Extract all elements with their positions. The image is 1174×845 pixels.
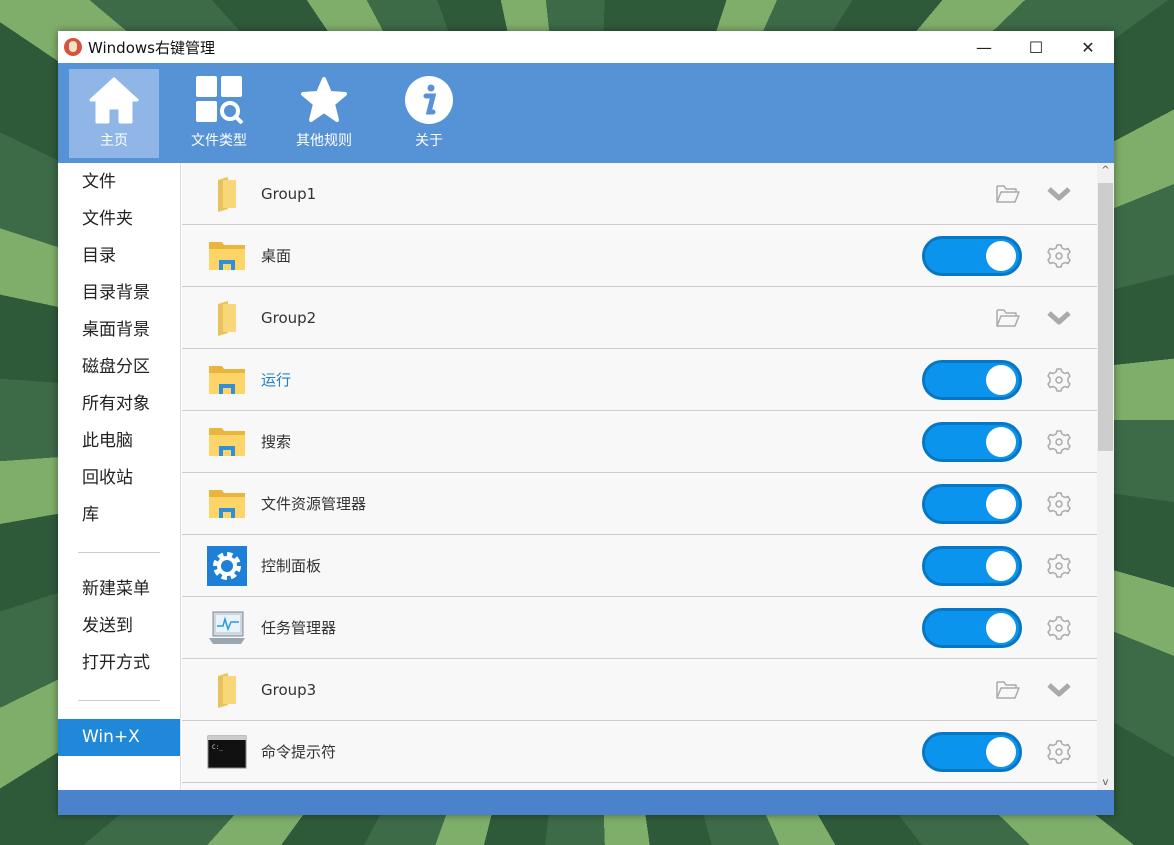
sidebar: 文件 文件夹 目录 目录背景 桌面背景 磁盘分区 所有对象 此电脑 回收站库新建菜单 发送到 打开方… xyxy=(58,163,181,790)
sidebar-item[interactable]: 新建菜单 xyxy=(58,571,180,608)
grid-search-icon xyxy=(196,76,244,124)
open-folder-icon[interactable] xyxy=(995,183,1021,205)
row-label: Group3 xyxy=(261,680,317,699)
gear-icon[interactable] xyxy=(1046,367,1072,393)
task-manager-icon xyxy=(207,608,247,648)
explorer-folder-icon xyxy=(207,360,247,400)
rule-row: 文件资源管理器 xyxy=(182,473,1097,535)
row-label: Group1 xyxy=(261,184,317,203)
chevron-down-icon[interactable] xyxy=(1047,682,1071,698)
chevron-down-icon[interactable] xyxy=(1047,186,1071,202)
status-bar xyxy=(58,790,1114,815)
group-row: Group3 xyxy=(182,659,1097,721)
explorer-folder-icon xyxy=(207,422,247,462)
home-icon xyxy=(89,77,139,124)
row-label: 运行 xyxy=(261,371,292,389)
sidebar-item[interactable]: 发送到 xyxy=(58,608,180,645)
scrollbar-thumb[interactable] xyxy=(1098,183,1113,451)
sidebar-divider xyxy=(78,552,160,553)
rule-row: 桌面 xyxy=(182,225,1097,287)
scroll-up-arrow[interactable]: ^ xyxy=(1097,165,1114,176)
enable-toggle[interactable] xyxy=(922,235,1022,276)
gear-icon[interactable] xyxy=(1046,553,1072,579)
row-label: 搜索 xyxy=(261,433,292,451)
cmd-icon: C:_ xyxy=(207,732,247,772)
chevron-down-icon[interactable] xyxy=(1047,310,1071,326)
row-label: 桌面 xyxy=(261,247,292,265)
sidebar-item[interactable]: 打开方式 xyxy=(58,645,180,682)
info-icon xyxy=(405,76,453,124)
group-row: Group1 xyxy=(182,163,1097,225)
enable-toggle[interactable] xyxy=(922,607,1022,648)
rule-row: 搜索 xyxy=(182,411,1097,473)
tab-label: 主页 xyxy=(100,133,128,149)
window-title: Windows右键管理 xyxy=(88,38,215,57)
tab-home[interactable]: 主页 xyxy=(69,69,159,158)
enable-toggle[interactable] xyxy=(922,731,1022,772)
gear-icon[interactable] xyxy=(1046,491,1072,517)
tab-other-rules[interactable]: 其他规则 xyxy=(279,69,369,158)
tab-file-types[interactable]: 文件类型 xyxy=(174,69,264,158)
sidebar-item[interactable]: 目录背景 xyxy=(58,275,180,312)
group-row: Group2 xyxy=(182,287,1097,349)
minimize-button[interactable]: — xyxy=(958,38,1010,57)
group-folder-icon xyxy=(207,298,247,338)
rule-row: 任务管理器 xyxy=(182,597,1097,659)
toolbar: 主页 文件类型 其他规则 关于 xyxy=(58,63,1114,163)
svg-text:C:_: C:_ xyxy=(212,744,223,751)
row-label: 文件资源管理器 xyxy=(261,495,367,513)
row-label: 命令提示符 xyxy=(261,743,337,761)
rule-row: 控制面板 xyxy=(182,535,1097,597)
sidebar-item[interactable]: 此电脑 xyxy=(58,423,180,460)
rule-row: 运行 xyxy=(182,349,1097,411)
group-folder-icon xyxy=(207,670,247,710)
enable-toggle[interactable] xyxy=(922,483,1022,524)
sidebar-item[interactable]: 文件夹 xyxy=(58,201,180,238)
tab-label: 其他规则 xyxy=(296,133,352,149)
enable-toggle[interactable] xyxy=(922,359,1022,400)
gear-icon[interactable] xyxy=(1046,615,1072,641)
open-folder-icon[interactable] xyxy=(995,307,1021,329)
sidebar-item[interactable]: 磁盘分区 xyxy=(58,349,180,386)
close-button[interactable]: ✕ xyxy=(1062,38,1114,57)
sidebar-item[interactable]: 回收站 xyxy=(58,460,180,497)
sidebar-divider xyxy=(78,700,160,701)
sidebar-item[interactable]: Win+X xyxy=(58,719,180,756)
star-icon xyxy=(301,77,347,122)
open-folder-icon[interactable] xyxy=(995,679,1021,701)
tab-label: 关于 xyxy=(415,133,443,149)
maximize-button[interactable]: ☐ xyxy=(1010,38,1062,57)
app-icon xyxy=(64,38,82,56)
sidebar-item[interactable]: 桌面背景 xyxy=(58,312,180,349)
enable-toggle[interactable] xyxy=(922,545,1022,586)
tab-label: 文件类型 xyxy=(191,133,247,149)
rule-row: C:_ 命令提示符 xyxy=(182,721,1097,783)
row-label: Group2 xyxy=(261,308,317,327)
row-label: 控制面板 xyxy=(261,557,322,575)
sidebar-item[interactable]: 库 xyxy=(58,497,180,534)
gear-icon[interactable] xyxy=(1046,429,1072,455)
group-folder-icon xyxy=(207,174,247,214)
sidebar-item[interactable]: 所有对象 xyxy=(58,386,180,423)
explorer-folder-icon xyxy=(207,484,247,524)
scroll-down-arrow[interactable]: v xyxy=(1097,777,1114,788)
control-panel-icon xyxy=(207,545,247,586)
explorer-folder-icon xyxy=(207,236,247,276)
tab-about[interactable]: 关于 xyxy=(384,69,474,158)
row-label: 任务管理器 xyxy=(261,619,337,637)
gear-icon[interactable] xyxy=(1046,739,1072,765)
sidebar-item[interactable]: 目录 xyxy=(58,238,180,275)
enable-toggle[interactable] xyxy=(922,421,1022,462)
title-bar: Windows右键管理 — ☐ ✕ xyxy=(58,31,1114,63)
rules-list: Group1 桌面 Group2 运行搜索文件资源管理器 控制面板任务管理器 Group3… xyxy=(182,163,1097,790)
scrollbar[interactable]: ^ v xyxy=(1097,163,1114,790)
app-window: Windows右键管理 — ☐ ✕ 主页 文件类型 其他规则 关于 文件 文件夹目… xyxy=(58,31,1114,815)
gear-icon[interactable] xyxy=(1046,243,1072,269)
sidebar-item[interactable]: 文件 xyxy=(58,164,180,201)
